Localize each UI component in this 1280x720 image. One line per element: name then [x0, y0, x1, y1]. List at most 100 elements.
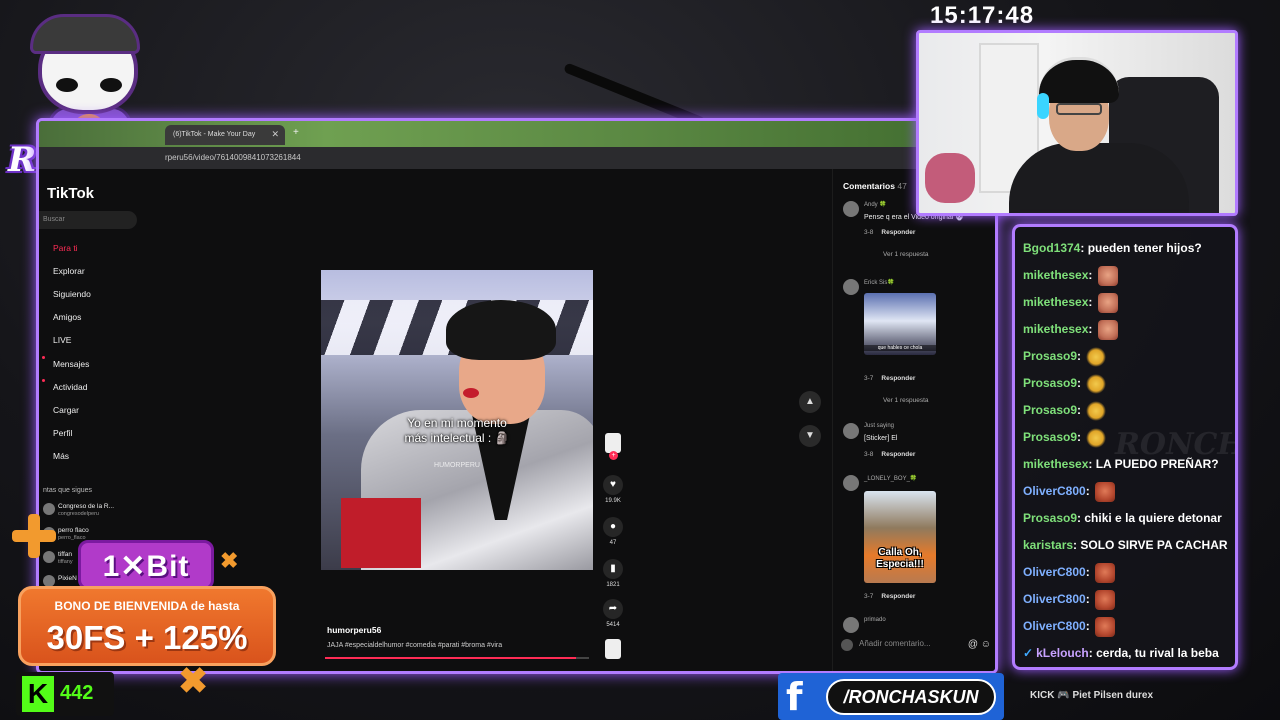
reply-button[interactable]: Responder [881, 375, 915, 382]
chat-text: pueden tener hijos? [1087, 241, 1202, 255]
tiktok-logo[interactable]: TikTok [47, 185, 94, 202]
chat-username[interactable]: mikethesex [1023, 322, 1088, 336]
nav-perfil[interactable]: Perfil [53, 428, 72, 438]
chat-username[interactable]: OliverC800 [1023, 565, 1086, 579]
chat-message: OliverC800: [1023, 615, 1235, 637]
chat-username[interactable]: karistars [1023, 538, 1073, 552]
chat-separator: : [1088, 646, 1097, 660]
facebook-handle-box: /RONCHASKUN [826, 679, 996, 715]
comment-user[interactable]: Erick Sis🍀 [864, 279, 895, 286]
chat-text: chiki e la quiere detonar [1084, 511, 1222, 525]
gif-caption: Calla Oh, Especia!!! [876, 547, 924, 570]
chat-username[interactable]: mikethesex [1023, 457, 1088, 471]
chat-username[interactable]: mikethesex [1023, 268, 1088, 282]
chat-username[interactable]: Prosaso9 [1023, 430, 1077, 444]
chat-username[interactable]: Bgod1374 [1023, 241, 1080, 255]
comment-user[interactable]: Andy 🍀 [864, 201, 887, 208]
address-bar[interactable]: rperu56/video/7614009841073261844 [39, 147, 995, 169]
url-text: rperu56/video/7614009841073261844 [165, 153, 301, 162]
avatar [843, 201, 859, 217]
video-progress-bar[interactable] [325, 657, 589, 659]
nav-actividad[interactable]: Actividad [53, 382, 88, 392]
add-comment-input[interactable]: Añadir comentario... @ ☺ [841, 639, 991, 655]
chat-message: OliverC800: [1023, 480, 1235, 502]
chat-username[interactable]: OliverC800 [1023, 592, 1086, 606]
comment-user[interactable]: Just saying [864, 423, 894, 429]
chat-message: OliverC800: [1023, 588, 1235, 610]
kick-logo-icon: K [22, 676, 54, 712]
chat-username[interactable]: Prosaso9 [1023, 376, 1077, 390]
avatar [843, 279, 859, 295]
chat-username[interactable]: OliverC800 [1023, 619, 1086, 633]
video-author[interactable]: humorperu56 [327, 625, 381, 635]
previous-video-button[interactable]: ▲ [799, 391, 821, 413]
reply-button[interactable]: Responder [881, 593, 915, 600]
chat-separator: : [1077, 430, 1085, 444]
nav-explorar[interactable]: Explorar [53, 266, 85, 276]
nav-para-ti[interactable]: Para ti [53, 243, 78, 253]
chat-separator: : [1077, 376, 1085, 390]
chat-username[interactable]: Prosaso9 [1023, 403, 1077, 417]
chat-text: cerda, tu rival la beba [1096, 646, 1219, 660]
chat-username[interactable]: kLelouch [1036, 646, 1089, 660]
video-player[interactable]: Yo en mi momento más intelectual : 🗿 HUM… [321, 270, 593, 570]
new-tab-icon[interactable]: + [293, 127, 299, 138]
chat-username[interactable]: OliverC800 [1023, 484, 1086, 498]
chat-message: mikethesex: [1023, 264, 1235, 286]
glasses-icon [1056, 103, 1102, 115]
brand-box: 1✕Bit [78, 540, 214, 590]
chat-message: mikethesex: LA PUEDO PREÑAR? [1023, 453, 1235, 475]
music-disc-icon[interactable] [605, 639, 621, 659]
sponsor-logos: KICK 🎮 Piet Pilsen durex [1030, 690, 1154, 701]
mention-emoji-icon[interactable]: @ ☺ [968, 639, 991, 650]
chat-separator: : [1077, 349, 1085, 363]
nav-cargar[interactable]: Cargar [53, 405, 79, 415]
logo-cap [30, 14, 140, 54]
comment-meta: 3-7 Responder [864, 593, 915, 600]
chat-username[interactable]: mikethesex [1023, 295, 1088, 309]
following-header: ntas que sigues [43, 487, 93, 494]
next-video-button[interactable]: ▼ [799, 425, 821, 447]
reply-button[interactable]: Responder [881, 229, 915, 236]
like-button[interactable]: ♥ 19.9K [603, 475, 623, 504]
bonus-line-2: 30FS + 125% [46, 619, 248, 656]
chat-separator: : [1088, 268, 1096, 282]
follow-plus-icon[interactable]: + [609, 451, 618, 460]
reply-button[interactable]: Responder [881, 451, 915, 458]
search-input[interactable]: Buscar [39, 211, 137, 229]
comment-user[interactable]: primado [864, 617, 886, 623]
creator-avatar[interactable] [605, 433, 621, 453]
nav-siguiendo[interactable]: Siguiendo [53, 289, 91, 299]
tab-tiktok[interactable]: (6)TikTok - Make Your Day ✕ [165, 125, 285, 145]
nav-live[interactable]: LIVE [53, 335, 71, 345]
comment-user[interactable]: _LONELY_BOY_🍀 [864, 475, 917, 482]
angry-emote-icon [1095, 562, 1116, 583]
x-mark-icon: ✖ [220, 548, 239, 573]
chat-separator: : [1077, 403, 1085, 417]
view-replies-button[interactable]: Ver 1 respuesta [883, 397, 929, 404]
save-button[interactable]: ▮ 1821 [603, 559, 623, 588]
heart-icon: ♥ [603, 475, 623, 495]
share-button[interactable]: ➦ 5414 [603, 599, 623, 628]
chat-text: SOLO SIRVE PA CACHAR [1080, 538, 1228, 552]
plus-icon [12, 514, 56, 558]
chat-overlay: RONCHAS Bgod1374: pueden tener hijos?mik… [1012, 224, 1238, 670]
chat-message: Prosaso9: [1023, 345, 1235, 367]
comment-date: 3-8 [864, 451, 874, 458]
avatar [843, 423, 859, 439]
chat-username[interactable]: Prosaso9 [1023, 349, 1077, 363]
chat-message: Bgod1374: pueden tener hijos? [1023, 237, 1235, 259]
nav-mas[interactable]: Más [53, 451, 69, 461]
chat-message: mikethesex: [1023, 318, 1235, 340]
close-tab-icon[interactable]: ✕ [271, 129, 279, 140]
clap-emote-icon [1086, 427, 1107, 448]
account-name: Congreso de la R... [58, 503, 115, 510]
bookmark-icon: ▮ [603, 559, 623, 579]
comment-button[interactable]: ● 47 [603, 517, 623, 546]
sticker-caption: que hables ce chola [864, 345, 936, 351]
nav-amigos[interactable]: Amigos [53, 312, 81, 322]
view-replies-button[interactable]: Ver 1 respuesta [883, 251, 929, 258]
nav-mensajes[interactable]: Mensajes [53, 359, 89, 369]
chat-message: mikethesex: [1023, 291, 1235, 313]
chat-username[interactable]: Prosaso9 [1023, 511, 1077, 525]
